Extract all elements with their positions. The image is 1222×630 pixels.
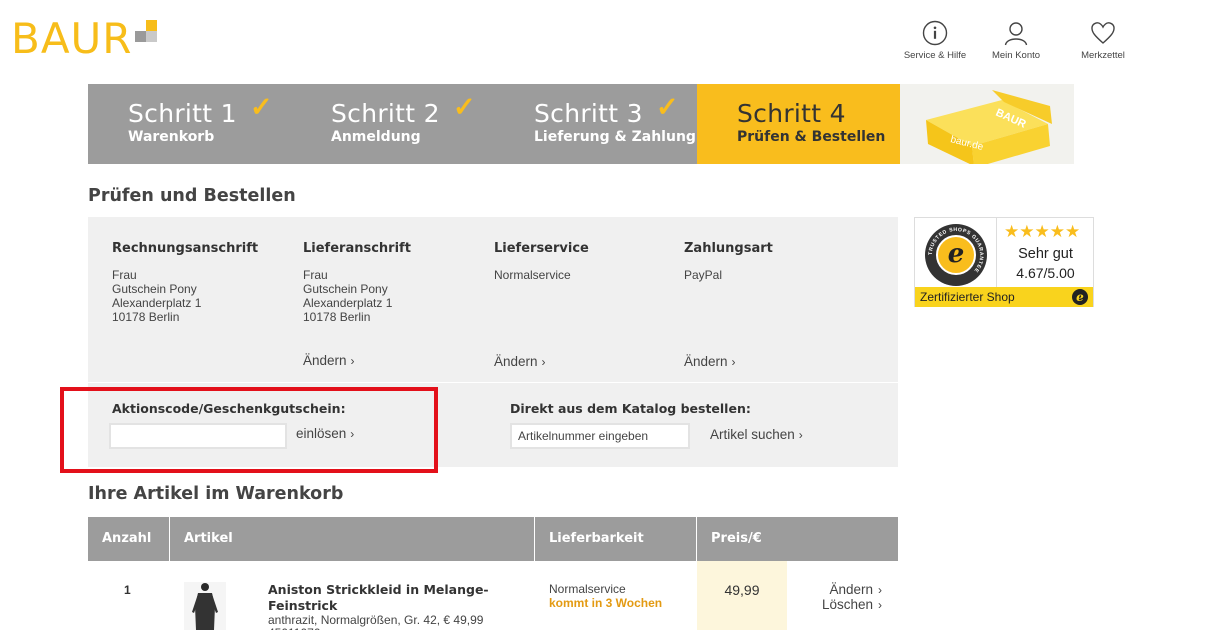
- step-2[interactable]: Schritt 2 Anmeldung ✓: [291, 84, 494, 164]
- my-account-link[interactable]: Mein Konto: [977, 20, 1055, 61]
- seal-letter: e: [936, 235, 976, 275]
- baur-package-illustration: BAUR baur.de: [926, 90, 1052, 164]
- page-title: Prüfen und Bestellen: [88, 186, 296, 206]
- shipping-address-heading: Lieferanschrift: [303, 241, 411, 256]
- search-article-label: Artikel suchen: [710, 427, 795, 442]
- change-shipping-address-link[interactable]: Ändern ›: [303, 353, 355, 368]
- billing-address: Rechnungsanschrift Frau Gutschein Pony A…: [112, 241, 302, 324]
- table-row: 1 Aniston Strickkleid in Melange- Feinst…: [88, 561, 898, 630]
- delete-item-link[interactable]: Löschen ›: [802, 597, 882, 612]
- delivery-service: Lieferservice Normalservice: [494, 241, 684, 282]
- catalog-order-label: Direkt aus dem Katalog bestellen:: [510, 401, 751, 416]
- highlight-frame: [60, 387, 438, 473]
- payment-method-value: PayPal: [684, 268, 723, 282]
- chevron-right-icon: ›: [350, 354, 355, 368]
- column-header-article: Artikel: [170, 517, 535, 561]
- step-2-subtitle: Anmeldung: [331, 129, 421, 145]
- shipping-line: 10178 Berlin: [303, 310, 371, 324]
- shipping-line: Frau: [303, 268, 328, 282]
- checkmark-icon: ✓: [656, 92, 679, 122]
- step-4: Schritt 4 Prüfen & Bestellen: [697, 84, 900, 164]
- billing-line: Alexanderplatz 1: [112, 296, 202, 310]
- wishlist-label: Merkzettel: [1081, 50, 1125, 61]
- product-name-line: Aniston Strickkleid in Melange-: [268, 582, 489, 597]
- item-quantity: 1: [124, 583, 131, 597]
- certified-shop-label: Zertifizierter Shop: [920, 290, 1015, 304]
- change-label: Ändern: [303, 353, 347, 368]
- article-number: 45011070: [268, 626, 321, 630]
- certified-shop-bar: Zertifizierter Shop e: [915, 287, 1093, 307]
- change-item-link[interactable]: Ändern ›: [812, 582, 882, 597]
- chevron-right-icon: ›: [878, 583, 882, 597]
- heart-icon: [1091, 22, 1115, 44]
- my-account-label: Mein Konto: [991, 50, 1041, 61]
- rating-score: 4.67/5.00: [1016, 265, 1075, 281]
- billing-address-heading: Rechnungsanschrift: [112, 241, 259, 256]
- wishlist-link[interactable]: Merkzettel: [1055, 20, 1151, 61]
- item-price: 49,99: [697, 561, 787, 630]
- step-1[interactable]: Schritt 1 Warenkorb ✓: [88, 84, 291, 164]
- change-delivery-service-link[interactable]: Ändern ›: [494, 354, 546, 369]
- logo-squares: [135, 20, 158, 42]
- change-label: Ändern: [494, 354, 538, 369]
- change-item-label: Ändern: [829, 582, 873, 597]
- checkout-steps: Schritt 1 Warenkorb ✓ Schritt 2 Anmeldun…: [88, 84, 900, 164]
- column-header-availability: Lieferbarkeit: [535, 517, 697, 561]
- rating-stars: ★★★★★: [1004, 222, 1081, 241]
- product-name-link[interactable]: Aniston Strickkleid in Melange- Feinstri…: [268, 582, 489, 614]
- chevron-right-icon: ›: [731, 355, 736, 369]
- dress-image: [192, 583, 218, 630]
- step-1-subtitle: Warenkorb: [128, 129, 215, 145]
- shipping-line: Alexanderplatz 1: [303, 296, 393, 310]
- baur-logo[interactable]: BAUR: [11, 14, 158, 63]
- chevron-right-icon: ›: [798, 428, 803, 442]
- payment-method-heading: Zahlungsart: [684, 241, 773, 256]
- billing-line: 10178 Berlin: [112, 310, 180, 324]
- chevron-right-icon: ›: [541, 355, 546, 369]
- shipping-address: Lieferanschrift Frau Gutschein Pony Alex…: [303, 241, 493, 324]
- review-info-box: Rechnungsanschrift Frau Gutschein Pony A…: [88, 217, 898, 382]
- delivery-service-value: Normalservice: [494, 268, 571, 282]
- checkmark-icon: ✓: [453, 92, 476, 122]
- info-icon: [922, 20, 948, 46]
- chevron-right-icon: ›: [878, 598, 882, 612]
- delivery-service-heading: Lieferservice: [494, 241, 589, 256]
- billing-line: Gutschein Pony: [112, 282, 197, 296]
- shipping-line: Gutschein Pony: [303, 282, 388, 296]
- cart-title: Ihre Artikel im Warenkorb: [88, 484, 344, 504]
- billing-line: Frau: [112, 268, 137, 282]
- search-article-link[interactable]: Artikel suchen ›: [710, 427, 803, 442]
- service-help-link[interactable]: Service & Hilfe: [893, 20, 977, 61]
- rating-text: Sehr gut: [1018, 246, 1073, 262]
- product-thumbnail[interactable]: [184, 582, 226, 630]
- product-name-line: Feinstrick: [268, 598, 338, 613]
- product-details: anthrazit, Normalgrößen, Gr. 42, € 49,99: [268, 613, 484, 627]
- payment-method: Zahlungsart PayPal: [684, 241, 874, 282]
- column-header-price: Preis/€: [711, 531, 762, 546]
- item-service: Normalservice: [549, 582, 626, 596]
- trusted-shops-seal-icon: TRUSTED SHOPS GUARANTEE e: [925, 224, 987, 286]
- logo-text: BAUR: [11, 14, 133, 63]
- change-label: Ändern: [684, 354, 728, 369]
- step-3[interactable]: Schritt 3 Lieferung & Zahlung ✓: [494, 84, 697, 164]
- header-nav: Service & Hilfe Mein Konto Merkzettel: [893, 20, 1151, 61]
- step-3-subtitle: Lieferung & Zahlung: [534, 129, 696, 145]
- trusted-shops-e-icon: e: [1072, 289, 1088, 305]
- delivery-time: kommt in 3 Wochen: [549, 596, 663, 610]
- delete-item-label: Löschen: [821, 597, 873, 612]
- step-4-title: Schritt 4: [737, 99, 846, 128]
- step-4-subtitle: Prüfen & Bestellen: [737, 129, 886, 145]
- cart-table-header: Anzahl Artikel Lieferbarkeit Preis/€: [88, 517, 898, 561]
- checkmark-icon: ✓: [250, 92, 273, 122]
- promo-box-image: BAUR baur.de: [900, 84, 1074, 164]
- user-icon: [1004, 22, 1028, 46]
- change-payment-method-link[interactable]: Ändern ›: [684, 354, 736, 369]
- trusted-shops-badge[interactable]: TRUSTED SHOPS GUARANTEE e ★★★★★ Sehr gut…: [914, 217, 1094, 307]
- article-number-input[interactable]: [510, 423, 690, 449]
- column-header-quantity: Anzahl: [88, 517, 170, 561]
- service-help-label: Service & Hilfe: [903, 50, 967, 61]
